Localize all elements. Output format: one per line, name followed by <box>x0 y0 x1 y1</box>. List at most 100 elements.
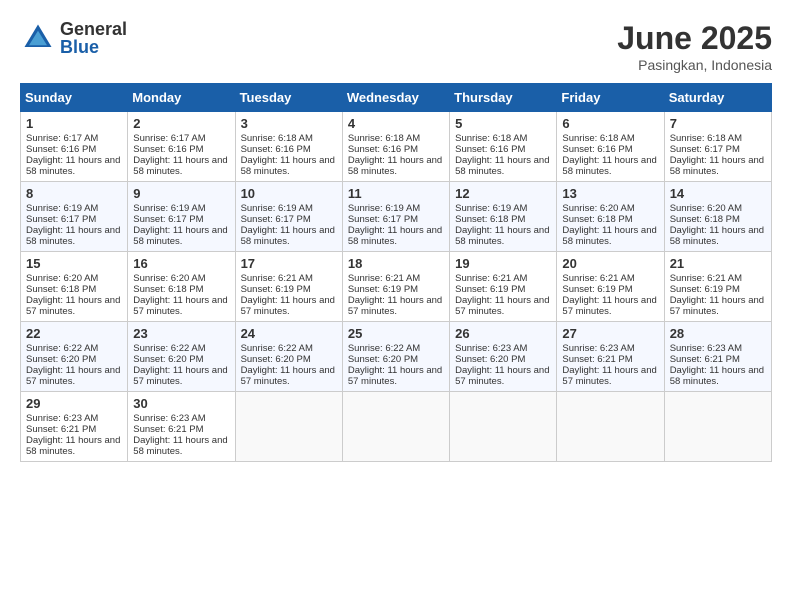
daylight-label: Daylight: 11 hours and 58 minutes. <box>26 225 120 247</box>
table-row <box>342 392 449 462</box>
sunset-label: Sunset: 6:17 PM <box>133 214 203 225</box>
table-row: 20 Sunrise: 6:21 AM Sunset: 6:19 PM Dayl… <box>557 252 664 322</box>
table-row: 6 Sunrise: 6:18 AM Sunset: 6:16 PM Dayli… <box>557 112 664 182</box>
day-number: 11 <box>348 186 444 201</box>
daylight-label: Daylight: 11 hours and 58 minutes. <box>455 155 549 177</box>
logo-general: General <box>60 20 127 38</box>
sunrise-label: Sunrise: 6:17 AM <box>133 133 205 144</box>
sunrise-label: Sunrise: 6:19 AM <box>241 203 313 214</box>
sunset-label: Sunset: 6:21 PM <box>562 354 632 365</box>
sunset-label: Sunset: 6:17 PM <box>670 144 740 155</box>
day-number: 10 <box>241 186 337 201</box>
col-sunday: Sunday <box>21 84 128 112</box>
day-number: 30 <box>133 396 229 411</box>
col-wednesday: Wednesday <box>342 84 449 112</box>
daylight-label: Daylight: 11 hours and 58 minutes. <box>670 225 764 247</box>
sunset-label: Sunset: 6:19 PM <box>562 284 632 295</box>
daylight-label: Daylight: 11 hours and 58 minutes. <box>26 435 120 457</box>
sunset-label: Sunset: 6:17 PM <box>26 214 96 225</box>
sunrise-label: Sunrise: 6:21 AM <box>562 273 634 284</box>
daylight-label: Daylight: 11 hours and 58 minutes. <box>348 225 442 247</box>
table-row <box>557 392 664 462</box>
daylight-label: Daylight: 11 hours and 58 minutes. <box>133 155 227 177</box>
sunset-label: Sunset: 6:16 PM <box>133 144 203 155</box>
col-monday: Monday <box>128 84 235 112</box>
sunset-label: Sunset: 6:18 PM <box>562 214 632 225</box>
sunrise-label: Sunrise: 6:23 AM <box>455 343 527 354</box>
table-row: 27 Sunrise: 6:23 AM Sunset: 6:21 PM Dayl… <box>557 322 664 392</box>
table-row: 13 Sunrise: 6:20 AM Sunset: 6:18 PM Dayl… <box>557 182 664 252</box>
table-row: 1 Sunrise: 6:17 AM Sunset: 6:16 PM Dayli… <box>21 112 128 182</box>
col-thursday: Thursday <box>450 84 557 112</box>
sunrise-label: Sunrise: 6:19 AM <box>455 203 527 214</box>
sunrise-label: Sunrise: 6:19 AM <box>133 203 205 214</box>
day-number: 22 <box>26 326 122 341</box>
table-row: 24 Sunrise: 6:22 AM Sunset: 6:20 PM Dayl… <box>235 322 342 392</box>
table-row: 19 Sunrise: 6:21 AM Sunset: 6:19 PM Dayl… <box>450 252 557 322</box>
day-number: 26 <box>455 326 551 341</box>
sunrise-label: Sunrise: 6:23 AM <box>26 413 98 424</box>
sunset-label: Sunset: 6:16 PM <box>348 144 418 155</box>
daylight-label: Daylight: 11 hours and 58 minutes. <box>241 155 335 177</box>
sunset-label: Sunset: 6:20 PM <box>455 354 525 365</box>
sunset-label: Sunset: 6:20 PM <box>26 354 96 365</box>
sunrise-label: Sunrise: 6:18 AM <box>562 133 634 144</box>
logo-text: General Blue <box>60 20 127 56</box>
calendar: Sunday Monday Tuesday Wednesday Thursday… <box>20 83 772 462</box>
sunset-label: Sunset: 6:16 PM <box>26 144 96 155</box>
daylight-label: Daylight: 11 hours and 57 minutes. <box>241 295 335 317</box>
table-row <box>664 392 771 462</box>
table-row: 30 Sunrise: 6:23 AM Sunset: 6:21 PM Dayl… <box>128 392 235 462</box>
table-row: 22 Sunrise: 6:22 AM Sunset: 6:20 PM Dayl… <box>21 322 128 392</box>
day-number: 17 <box>241 256 337 271</box>
daylight-label: Daylight: 11 hours and 58 minutes. <box>670 155 764 177</box>
sunrise-label: Sunrise: 6:22 AM <box>348 343 420 354</box>
day-number: 29 <box>26 396 122 411</box>
sunset-label: Sunset: 6:19 PM <box>455 284 525 295</box>
table-row <box>450 392 557 462</box>
sunset-label: Sunset: 6:19 PM <box>348 284 418 295</box>
table-row: 7 Sunrise: 6:18 AM Sunset: 6:17 PM Dayli… <box>664 112 771 182</box>
daylight-label: Daylight: 11 hours and 57 minutes. <box>670 295 764 317</box>
sunrise-label: Sunrise: 6:18 AM <box>455 133 527 144</box>
table-row: 10 Sunrise: 6:19 AM Sunset: 6:17 PM Dayl… <box>235 182 342 252</box>
sunrise-label: Sunrise: 6:17 AM <box>26 133 98 144</box>
logo-blue: Blue <box>60 38 127 56</box>
daylight-label: Daylight: 11 hours and 58 minutes. <box>562 155 656 177</box>
sunset-label: Sunset: 6:16 PM <box>562 144 632 155</box>
table-row: 8 Sunrise: 6:19 AM Sunset: 6:17 PM Dayli… <box>21 182 128 252</box>
daylight-label: Daylight: 11 hours and 58 minutes. <box>455 225 549 247</box>
daylight-label: Daylight: 11 hours and 58 minutes. <box>670 365 764 387</box>
sunset-label: Sunset: 6:21 PM <box>26 424 96 435</box>
daylight-label: Daylight: 11 hours and 58 minutes. <box>241 225 335 247</box>
calendar-header-row: Sunday Monday Tuesday Wednesday Thursday… <box>21 84 772 112</box>
table-row: 29 Sunrise: 6:23 AM Sunset: 6:21 PM Dayl… <box>21 392 128 462</box>
day-number: 1 <box>26 116 122 131</box>
col-saturday: Saturday <box>664 84 771 112</box>
sunrise-label: Sunrise: 6:20 AM <box>26 273 98 284</box>
table-row: 18 Sunrise: 6:21 AM Sunset: 6:19 PM Dayl… <box>342 252 449 322</box>
daylight-label: Daylight: 11 hours and 57 minutes. <box>26 365 120 387</box>
day-number: 9 <box>133 186 229 201</box>
sunrise-label: Sunrise: 6:21 AM <box>241 273 313 284</box>
sunset-label: Sunset: 6:18 PM <box>455 214 525 225</box>
sunset-label: Sunset: 6:19 PM <box>670 284 740 295</box>
sunset-label: Sunset: 6:16 PM <box>455 144 525 155</box>
sunset-label: Sunset: 6:20 PM <box>241 354 311 365</box>
sunrise-label: Sunrise: 6:19 AM <box>348 203 420 214</box>
day-number: 13 <box>562 186 658 201</box>
day-number: 5 <box>455 116 551 131</box>
table-row: 3 Sunrise: 6:18 AM Sunset: 6:16 PM Dayli… <box>235 112 342 182</box>
sunrise-label: Sunrise: 6:22 AM <box>241 343 313 354</box>
table-row: 26 Sunrise: 6:23 AM Sunset: 6:20 PM Dayl… <box>450 322 557 392</box>
sunrise-label: Sunrise: 6:20 AM <box>133 273 205 284</box>
day-number: 14 <box>670 186 766 201</box>
sunset-label: Sunset: 6:18 PM <box>670 214 740 225</box>
daylight-label: Daylight: 11 hours and 58 minutes. <box>562 225 656 247</box>
sunrise-label: Sunrise: 6:23 AM <box>133 413 205 424</box>
day-number: 16 <box>133 256 229 271</box>
table-row: 14 Sunrise: 6:20 AM Sunset: 6:18 PM Dayl… <box>664 182 771 252</box>
title-area: June 2025 Pasingkan, Indonesia <box>617 20 772 73</box>
daylight-label: Daylight: 11 hours and 57 minutes. <box>348 295 442 317</box>
sunset-label: Sunset: 6:18 PM <box>26 284 96 295</box>
